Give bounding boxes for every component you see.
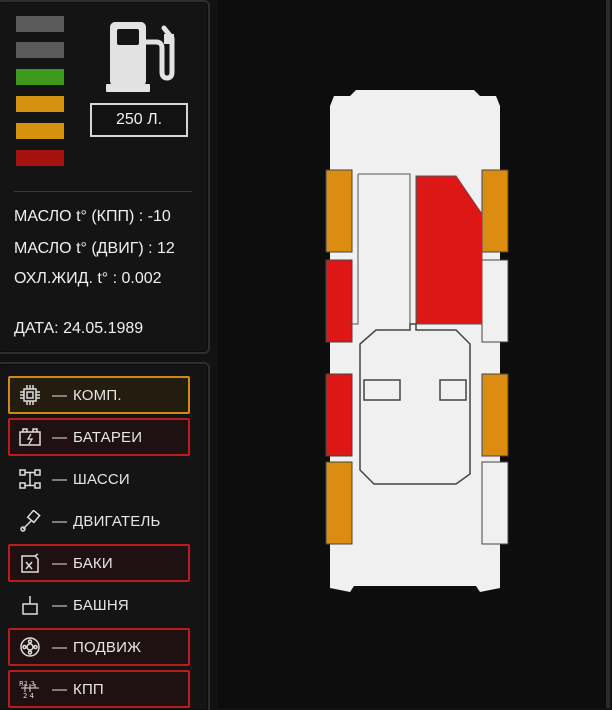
stat-value: 0.002 <box>121 270 162 287</box>
status-panel: 250 Л. МАСЛО t° (КПП) : -10 МАСЛО t° (ДВ… <box>0 0 210 354</box>
fuel-amount-readout: 250 Л. <box>90 103 188 137</box>
stat-value: -10 <box>147 208 171 225</box>
system-dash: — <box>52 638 67 656</box>
left-wheel-1 <box>325 169 353 253</box>
date-readout: ДАТА: 24.05.1989 <box>14 320 143 338</box>
system-item-fuel-tank[interactable]: — БАКИ <box>8 544 190 582</box>
fuel-tank-icon <box>18 551 42 575</box>
system-dash: — <box>52 470 67 488</box>
right-wheel-4 <box>481 461 509 545</box>
date-label: ДАТА: <box>14 320 59 337</box>
system-label: ПОДВИЖ <box>73 638 142 656</box>
fuel-level-5-bar <box>16 123 64 139</box>
system-label: ДВИГАТЕЛЬ <box>73 512 161 530</box>
fuel-level-6-bar <box>16 150 64 166</box>
system-label: БАТАРЕИ <box>73 428 143 446</box>
fuel-level-2-bar <box>16 42 64 58</box>
fuel-level-1-bar <box>16 16 64 32</box>
system-dash: — <box>52 428 67 446</box>
battery-icon <box>18 425 42 449</box>
system-dash: — <box>52 680 67 698</box>
system-item-processor-chip[interactable]: — КОМП. <box>8 376 190 414</box>
processor-chip-icon <box>18 383 42 407</box>
system-label: КОМП. <box>73 386 122 404</box>
left-wheel-2 <box>325 259 353 343</box>
system-dash: — <box>52 386 67 404</box>
system-item-engine-piston[interactable]: — ДВИГАТЕЛЬ <box>8 502 190 540</box>
oil-temp-engine: МАСЛО t° (ДВИГ) : 12 <box>14 240 175 258</box>
vehicle-diagram <box>325 90 509 592</box>
right-wheel-3 <box>481 373 509 457</box>
turret-icon <box>18 593 42 617</box>
fuel-pump-icon <box>104 18 176 94</box>
vehicle-hull <box>330 90 500 592</box>
system-label: ШАССИ <box>73 470 130 488</box>
panel-edge <box>606 0 610 708</box>
fuel-level-3-bar <box>16 69 64 85</box>
chassis-icon <box>18 467 42 491</box>
coolant-temp: ОХЛ.ЖИД. t° : 0.002 <box>14 270 162 288</box>
svg-text:R1 3: R1 3 <box>19 680 35 688</box>
stat-label: ОХЛ.ЖИД. t° : <box>14 270 118 287</box>
system-dash: — <box>52 596 67 614</box>
wheel-icon <box>18 635 42 659</box>
system-item-turret[interactable]: — БАШНЯ <box>8 586 190 624</box>
system-item-battery[interactable]: — БАТАРЕИ <box>8 418 190 456</box>
system-label: БАКИ <box>73 554 113 572</box>
right-wheel-1 <box>481 169 509 253</box>
stat-label: МАСЛО t° (КПП) : <box>14 208 144 225</box>
right-wheel-2 <box>481 259 509 343</box>
left-wheel-3 <box>325 373 353 457</box>
system-label: КПП <box>73 680 104 698</box>
system-dash: — <box>52 512 67 530</box>
date-value: 24.05.1989 <box>63 320 144 337</box>
system-dash: — <box>52 554 67 572</box>
gearbox-icon: R1 3 2 4 <box>18 677 42 701</box>
fuel-level-4-bar <box>16 96 64 112</box>
engine-piston-icon <box>18 509 42 533</box>
left-wheel-4 <box>325 461 353 545</box>
system-item-chassis[interactable]: — ШАССИ <box>8 460 190 498</box>
system-item-gearbox[interactable]: R1 3 2 4 — КПП <box>8 670 190 708</box>
stat-label: МАСЛО t° (ДВИГ) : <box>14 240 153 257</box>
system-label: БАШНЯ <box>73 596 129 614</box>
stat-value: 12 <box>157 240 175 257</box>
system-item-wheel[interactable]: — ПОДВИЖ <box>8 628 190 666</box>
svg-text:2 4: 2 4 <box>23 692 35 700</box>
divider <box>14 191 192 192</box>
oil-temp-gearbox: МАСЛО t° (КПП) : -10 <box>14 208 171 226</box>
systems-panel: — КОМП. — БАТАРЕИ — ШАССИ — ДВИГАТЕЛЬ — БАКИ — БАШН… <box>0 362 210 710</box>
